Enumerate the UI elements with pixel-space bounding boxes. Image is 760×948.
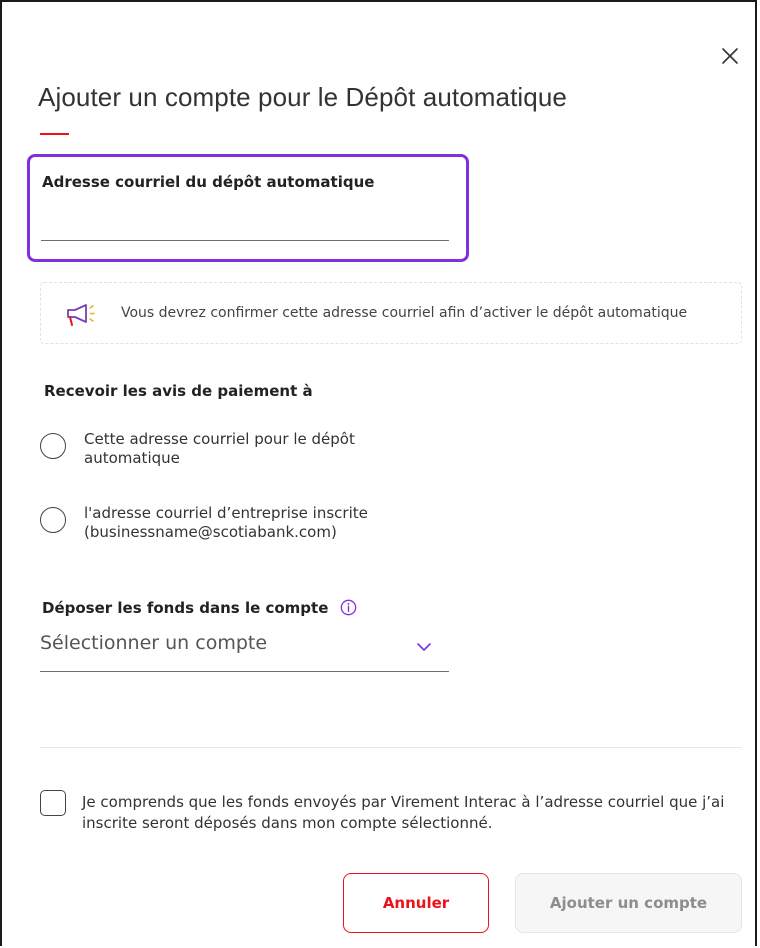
megaphone-icon [67,304,95,326]
deposit-account-heading: Déposer les fonds dans le compte [42,599,329,617]
account-select-value: Sélectionner un compte [40,632,268,654]
email-field-card: Adresse courriel du dépôt automatique [27,154,469,262]
add-account-dialog: Ajouter un compte pour le Dépôt automati… [0,0,757,946]
confirmation-notice: Vous devrez confirmer cette adresse cour… [40,282,742,344]
close-icon[interactable] [718,44,742,68]
notice-text: Vous devrez confirmer cette adresse cour… [121,305,688,321]
dialog-title: Ajouter un compte pour le Dépôt automati… [38,82,567,112]
account-select[interactable]: Sélectionner un compte [40,626,449,672]
radio-option-label: l'adresse courriel d’entreprise inscrite… [84,504,368,541]
radio-option-label: Cette adresse courriel pour le dépôt aut… [84,430,355,467]
consent-checkbox[interactable] [40,790,66,816]
info-icon[interactable] [340,599,357,616]
notifications-heading: Recevoir les avis de paiement à [44,382,313,400]
email-field-label: Adresse courriel du dépôt automatique [42,173,375,191]
consent-text: Je comprends que les fonds envoyés par V… [82,793,725,832]
chevron-down-icon[interactable] [416,639,432,655]
cancel-button[interactable]: Annuler [343,873,489,933]
radio-button[interactable] [40,507,66,533]
radio-button[interactable] [40,433,66,459]
email-field[interactable] [41,203,449,241]
section-divider [40,747,742,748]
deposit-account-heading-row: Déposer les fonds dans le compte [42,599,357,617]
add-account-button[interactable]: Ajouter un compte [515,873,742,933]
title-accent-bar [40,133,69,135]
